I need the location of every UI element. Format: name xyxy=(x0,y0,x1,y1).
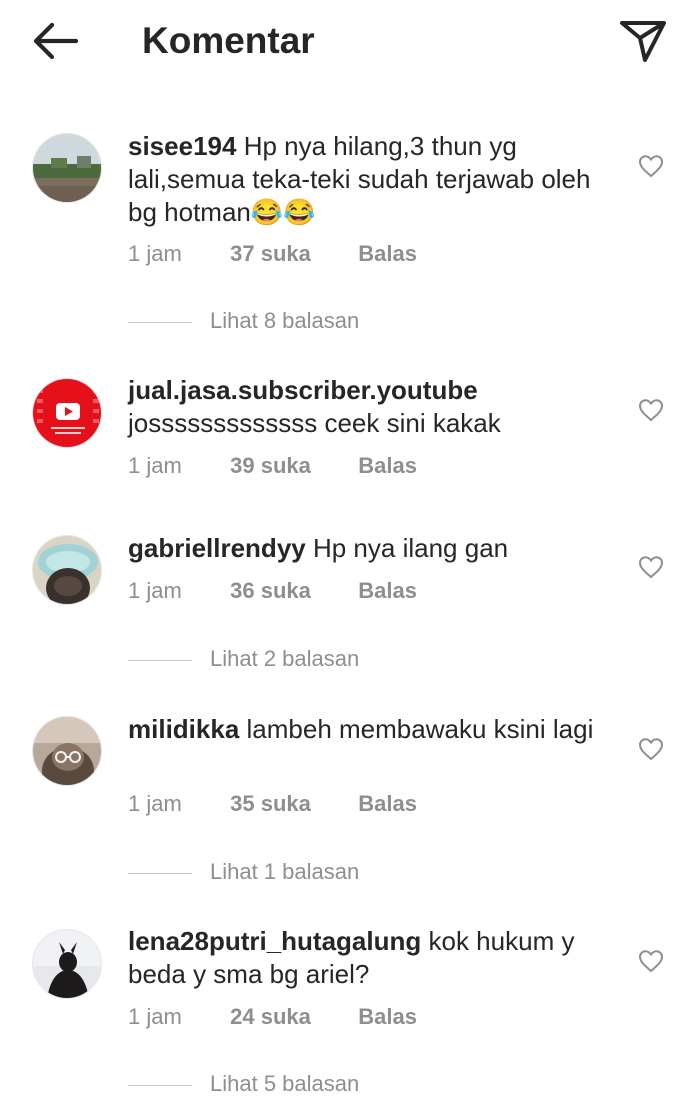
timestamp: 1 jam xyxy=(128,241,182,266)
comment-meta: 1 jam 37 suka Balas xyxy=(128,240,417,268)
username[interactable]: lena28putri_hutagalung xyxy=(128,926,421,956)
avatar[interactable] xyxy=(32,133,102,203)
view-replies-button[interactable]: Lihat 2 balasan xyxy=(128,645,359,673)
divider xyxy=(128,659,192,661)
comment-meta: 1 jam 39 suka Balas xyxy=(128,452,417,480)
comment-text: gabriellrendyy Hp nya ilang gan xyxy=(128,532,598,565)
divider xyxy=(128,872,192,874)
comment-text: sisee194 Hp nya hilang,3 thun yg lali,se… xyxy=(128,130,598,229)
avatar[interactable] xyxy=(32,929,102,999)
header: Komentar xyxy=(0,0,700,90)
timestamp: 1 jam xyxy=(128,578,182,603)
timestamp: 1 jam xyxy=(128,791,182,816)
likes-count[interactable]: 35 suka xyxy=(230,790,352,818)
comment-body: lambeh membawaku ksini lagi xyxy=(246,714,594,744)
avatar[interactable] xyxy=(32,535,102,605)
username[interactable]: sisee194 xyxy=(128,131,236,161)
share-button[interactable] xyxy=(616,16,670,66)
heart-icon[interactable] xyxy=(638,398,664,422)
view-replies-label: Lihat 2 balasan xyxy=(210,646,360,671)
view-replies-button[interactable]: Lihat 5 balasan xyxy=(128,1070,359,1098)
view-replies-label: Lihat 1 balasan xyxy=(210,859,360,884)
page-title: Komentar xyxy=(142,20,315,61)
likes-count[interactable]: 37 suka xyxy=(230,240,352,268)
comment-text: milidikka lambeh membawaku ksini lagi xyxy=(128,713,598,746)
comment-body: josssssssssssss ceek sini kakak xyxy=(128,408,501,438)
comment-text: lena28putri_hutagalung kok hukum y beda … xyxy=(128,925,598,991)
avatar[interactable] xyxy=(32,716,102,786)
reply-button[interactable]: Balas xyxy=(358,240,417,268)
paper-plane-icon xyxy=(620,21,666,62)
comment-text: jual.jasa.subscriber.youtube josssssssss… xyxy=(128,374,598,440)
view-replies-label: Lihat 5 balasan xyxy=(210,1071,360,1096)
reply-button[interactable]: Balas xyxy=(358,577,417,605)
heart-icon[interactable] xyxy=(638,737,664,761)
username[interactable]: gabriellrendyy xyxy=(128,533,306,563)
comment-meta: 1 jam 35 suka Balas xyxy=(128,790,417,818)
reply-button[interactable]: Balas xyxy=(358,452,417,480)
heart-icon[interactable] xyxy=(638,555,664,579)
avatar[interactable] xyxy=(32,378,102,448)
likes-count[interactable]: 24 suka xyxy=(230,1003,352,1031)
arrow-left-icon xyxy=(33,22,79,60)
likes-count[interactable]: 36 suka xyxy=(230,577,352,605)
likes-count[interactable]: 39 suka xyxy=(230,452,352,480)
username[interactable]: jual.jasa.subscriber.youtube xyxy=(128,375,478,405)
timestamp: 1 jam xyxy=(128,1004,182,1029)
back-button[interactable] xyxy=(28,18,82,64)
heart-icon[interactable] xyxy=(638,949,664,973)
reply-button[interactable]: Balas xyxy=(358,1003,417,1031)
reply-button[interactable]: Balas xyxy=(358,790,417,818)
username[interactable]: milidikka xyxy=(128,714,239,744)
view-replies-label: Lihat 8 balasan xyxy=(210,308,360,333)
view-replies-button[interactable]: Lihat 8 balasan xyxy=(128,307,359,335)
timestamp: 1 jam xyxy=(128,453,182,478)
comment-meta: 1 jam 36 suka Balas xyxy=(128,577,417,605)
heart-icon[interactable] xyxy=(638,154,664,178)
comment-body: Hp nya ilang gan xyxy=(312,533,509,563)
divider xyxy=(128,1084,192,1086)
comment-meta: 1 jam 24 suka Balas xyxy=(128,1003,417,1031)
divider xyxy=(128,321,192,323)
view-replies-button[interactable]: Lihat 1 balasan xyxy=(128,858,359,886)
